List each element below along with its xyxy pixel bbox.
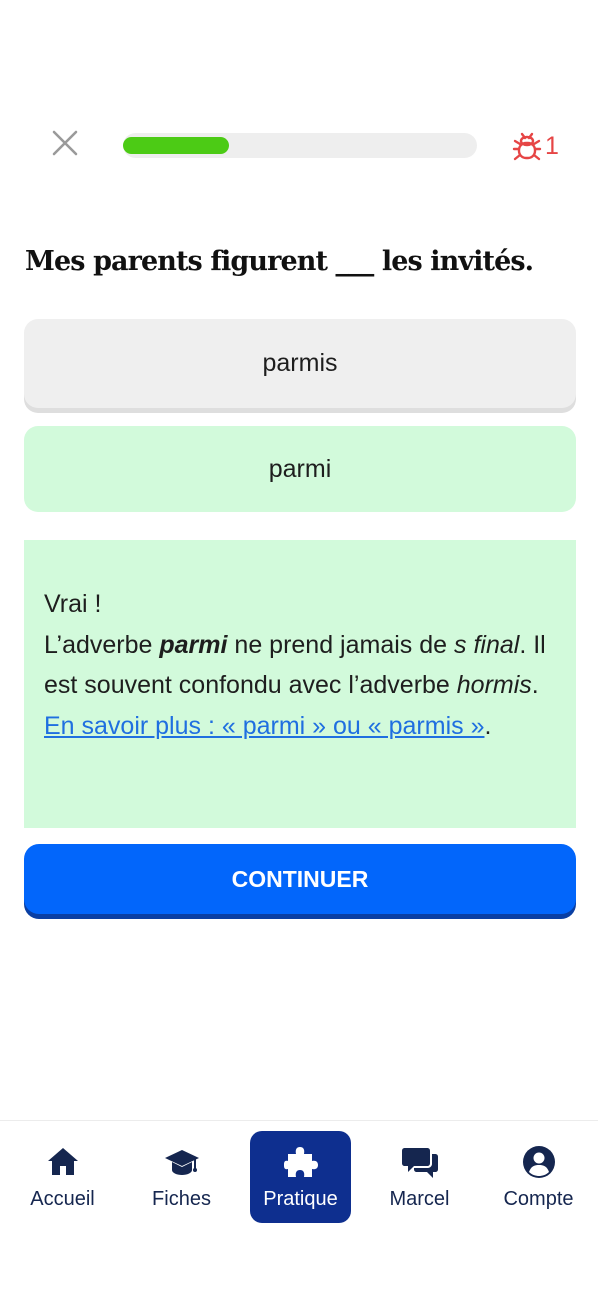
- feedback-panel: Vrai ! L’adverbe parmi ne prend jamais d…: [24, 540, 576, 828]
- nav-label: Fiches: [152, 1187, 211, 1210]
- feedback-explanation: L’adverbe parmi ne prend jamais de s fin…: [44, 625, 556, 747]
- bug-report-button[interactable]: 1: [512, 128, 559, 164]
- close-button[interactable]: [48, 126, 82, 160]
- answer-option-parmis[interactable]: parmis: [24, 319, 576, 408]
- feedback-emphasis: s final: [454, 630, 520, 659]
- nav-item-fiches[interactable]: Fiches: [131, 1131, 232, 1223]
- answer-option-parmi[interactable]: parmi: [24, 426, 576, 512]
- chat-bubbles-icon: [401, 1147, 438, 1178]
- progress-bar: [123, 133, 477, 158]
- home-icon: [47, 1147, 78, 1175]
- feedback-emphasis: parmi: [159, 630, 228, 659]
- answer-option-label: parmi: [268, 454, 332, 483]
- feedback-text: .: [531, 671, 539, 699]
- nav-label: Marcel: [389, 1187, 450, 1210]
- feedback-text: .: [484, 711, 492, 740]
- question-text: Mes parents figurent ___ les invités.: [25, 246, 534, 277]
- bug-icon: [512, 132, 542, 161]
- feedback-text: ne prend jamais de: [227, 630, 454, 659]
- close-icon: [52, 130, 78, 156]
- bottom-nav: Accueil Fiches Pratique Marcel Compte: [0, 1120, 598, 1300]
- continue-button[interactable]: CONTINUER: [24, 844, 576, 914]
- nav-label: Accueil: [30, 1187, 95, 1210]
- nav-item-accueil[interactable]: Accueil: [12, 1131, 113, 1223]
- bug-count: 1: [545, 131, 559, 160]
- feedback-emphasis: hormis: [456, 671, 532, 699]
- nav-item-marcel[interactable]: Marcel: [369, 1131, 470, 1223]
- feedback-verdict: Vrai !: [44, 590, 102, 618]
- nav-label: Pratique: [263, 1187, 338, 1210]
- graduation-cap-icon: [164, 1149, 199, 1175]
- feedback-text: L’adverbe: [44, 630, 160, 659]
- answer-option-label: parmis: [262, 349, 338, 377]
- nav-item-pratique[interactable]: Pratique: [250, 1131, 351, 1223]
- nav-label: Compte: [503, 1187, 574, 1210]
- user-circle-icon: [522, 1145, 555, 1178]
- progress-fill: [123, 137, 230, 154]
- puzzle-icon: [283, 1146, 318, 1177]
- learn-more-link[interactable]: En savoir plus : « parmi » ou « parmis »: [44, 712, 484, 740]
- nav-item-compte[interactable]: Compte: [488, 1131, 589, 1223]
